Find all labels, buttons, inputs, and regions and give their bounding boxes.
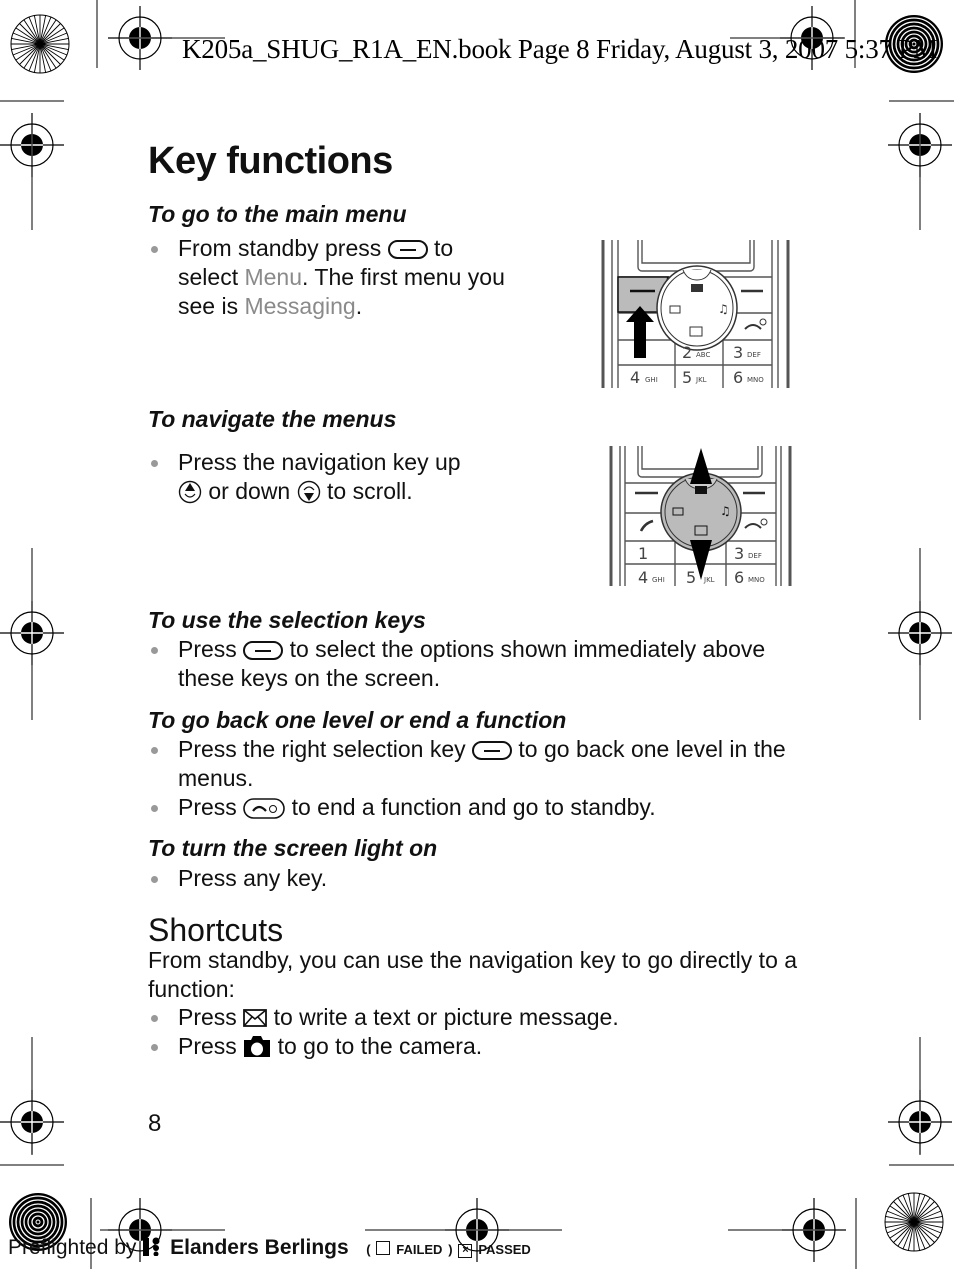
nav-up-icon <box>178 480 202 504</box>
list-item: Press the right selection key to go back… <box>148 735 808 793</box>
svg-text:JKL: JKL <box>703 576 715 584</box>
heading-selection-keys: To use the selection keys <box>148 607 426 633</box>
heading-screen-light: To turn the screen light on <box>148 835 438 861</box>
nav-down-icon <box>297 480 320 504</box>
key-6: 6 <box>733 368 743 387</box>
list-item: Press to end a function and go to standb… <box>148 793 808 822</box>
svg-text:ABC: ABC <box>696 351 710 359</box>
key-4: 4 <box>630 368 640 387</box>
svg-text:GHI: GHI <box>652 576 665 584</box>
heading-navigate-menus: To navigate the menus <box>148 406 397 432</box>
messaging-term: Messaging <box>244 293 356 319</box>
svg-text:GHI: GHI <box>645 376 658 384</box>
key-3: 3 <box>734 544 744 563</box>
bullet-dot <box>151 747 158 754</box>
list-item: Press to write a text or picture message… <box>148 1003 808 1032</box>
svg-text:♫: ♫ <box>720 504 731 518</box>
shortcuts-intro: From standby, you can use the navigation… <box>148 947 798 1002</box>
failed-label: FAILED <box>396 1242 443 1257</box>
svg-text:DEF: DEF <box>747 351 761 359</box>
shortcuts-heading: Shortcuts <box>148 912 284 948</box>
list-item: Press to select the options shown immedi… <box>148 635 808 693</box>
key-4: 4 <box>638 568 648 586</box>
key-5: 5 <box>686 568 696 586</box>
preflight-footer: Preflighted by Elanders Berlings ( FAILE… <box>8 1236 531 1259</box>
bullet-dot <box>151 1015 158 1022</box>
camera-icon <box>244 1036 271 1057</box>
page-number: 8 <box>148 1110 162 1137</box>
key-1: 1 <box>638 544 648 563</box>
page-title: Key functions <box>148 140 393 182</box>
svg-text:JKL: JKL <box>695 376 707 384</box>
passed-checkbox: × <box>458 1244 473 1258</box>
menu-term: Menu <box>244 264 303 290</box>
elanders-logo-icon <box>143 1237 160 1257</box>
key-3: 3 <box>733 343 743 362</box>
passed-label: PASSED <box>478 1242 531 1257</box>
svg-text:MNO: MNO <box>747 376 764 384</box>
key-2: 2 <box>682 343 692 362</box>
list-item: Press to go to the camera. <box>148 1032 808 1061</box>
list-item: Press the navigation key up or down to s… <box>148 448 528 506</box>
bullet-dot <box>151 876 158 883</box>
failed-checkbox <box>376 1241 391 1255</box>
list-item: Press any key. <box>148 864 808 893</box>
selection-key-icon <box>243 641 284 660</box>
key-6: 6 <box>734 568 744 586</box>
heading-go-back: To go back one level or end a function <box>148 707 567 733</box>
svg-text:♫: ♫ <box>718 302 729 316</box>
brand-name: Elanders Berlings <box>170 1236 349 1259</box>
bullet-dot <box>151 460 158 467</box>
preflighted-by-label: Preflighted by <box>8 1236 137 1259</box>
phone-illustration-nav-key: ♫ 1 3 DEF 4 GHI 5 JKL 6 MNO <box>609 446 792 586</box>
bullet-dot <box>151 805 158 812</box>
svg-text:MNO: MNO <box>748 576 765 584</box>
bullet-dot <box>151 647 158 654</box>
bullet-dot <box>151 1044 158 1051</box>
svg-text:DEF: DEF <box>748 552 762 560</box>
end-key-icon <box>243 798 285 819</box>
phone-illustration-left-key: ♫ 2 ABC 3 DEF 4 GHI 5 JKL 6 MNO <box>601 240 790 388</box>
bullet-dot <box>151 246 158 253</box>
key-5: 5 <box>682 368 692 387</box>
envelope-icon <box>243 1009 268 1027</box>
running-head: K205a_SHUG_R1A_EN.book Page 8 Friday, Au… <box>182 34 938 64</box>
list-item: From standby press to select Menu. The f… <box>148 234 508 321</box>
heading-main-menu: To go to the main menu <box>148 201 407 227</box>
selection-key-icon <box>387 240 428 259</box>
right-selection-key-icon <box>472 741 513 760</box>
